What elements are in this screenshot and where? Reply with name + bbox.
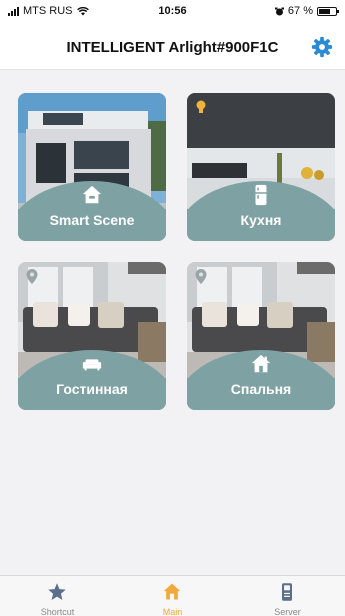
- tile-smart-scene[interactable]: Smart Scene: [18, 93, 166, 241]
- tab-label: Server: [274, 607, 301, 616]
- tile-label: Smart Scene: [49, 212, 135, 228]
- battery-percent: 67 %: [287, 5, 313, 17]
- header: INTELLIGENT Arlight#900F1C: [0, 24, 345, 70]
- tab-shortcut[interactable]: Shortcut: [0, 576, 115, 616]
- battery-group: 67 %: [274, 5, 339, 17]
- gear-icon[interactable]: [311, 36, 333, 58]
- alarm-icon: [274, 7, 284, 15]
- page-title: INTELLIGENT Arlight#900F1C: [66, 39, 279, 56]
- fridge-icon: [255, 184, 267, 206]
- device-icon: [282, 583, 292, 601]
- status-bar: MTS RUS 10:56 67 %: [0, 0, 345, 24]
- tab-label: Shortcut: [40, 607, 75, 616]
- home-icon: [163, 583, 181, 600]
- location-pin-icon: [195, 269, 207, 284]
- tab-label: Main: [162, 607, 183, 616]
- tile-living-room[interactable]: Гостинная: [18, 262, 166, 410]
- location-pin-icon: [26, 269, 38, 284]
- tab-server[interactable]: Server: [230, 576, 345, 616]
- tile-kitchen[interactable]: Кухня: [187, 93, 335, 241]
- tab-bar: Shortcut Main Server: [0, 575, 345, 616]
- tile-label: Кухня: [240, 212, 282, 228]
- home-icon: [82, 185, 102, 204]
- star-icon: [48, 583, 66, 600]
- tab-main[interactable]: Main: [115, 576, 230, 616]
- sofa-icon: [82, 359, 102, 371]
- tile-label: Спальня: [230, 381, 292, 397]
- lightbulb-icon: [196, 100, 206, 113]
- tile-label: Гостинная: [56, 381, 128, 397]
- battery-icon: [317, 6, 339, 16]
- tile-bedroom[interactable]: Спальня: [187, 262, 335, 410]
- house-icon: [251, 354, 271, 373]
